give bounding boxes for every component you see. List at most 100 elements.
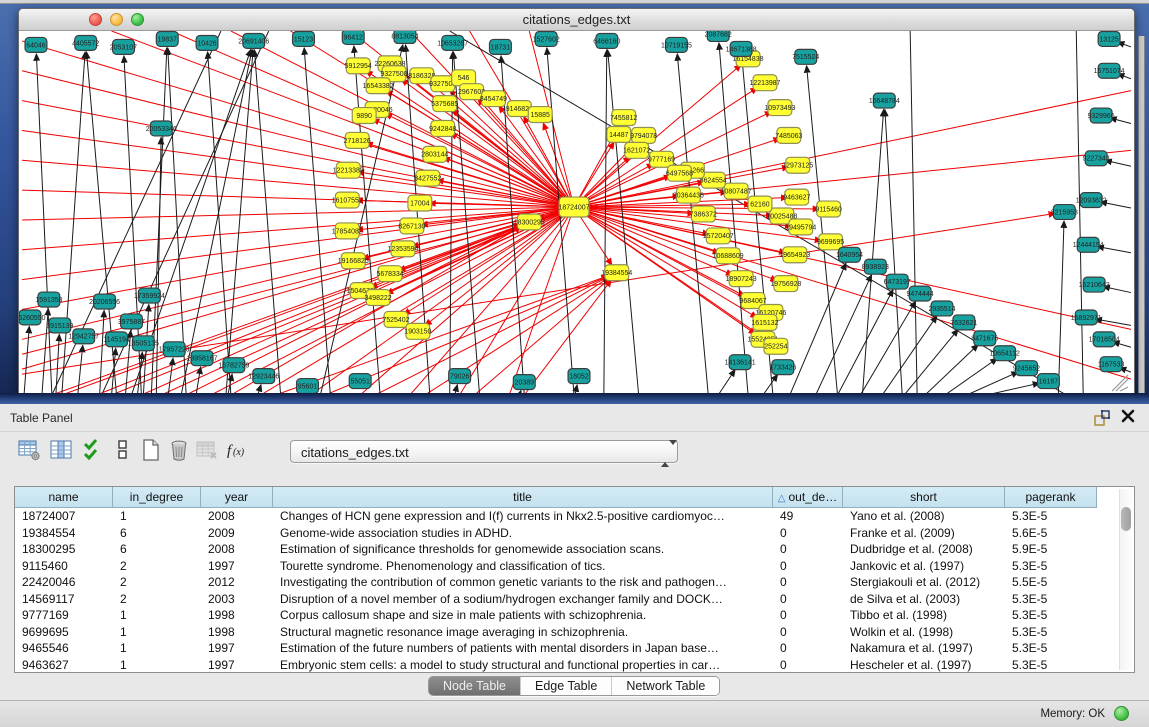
graph-node[interactable]: 252254	[764, 338, 788, 354]
graph-node[interactable]: 16782759	[218, 358, 249, 373]
cell-pagerank[interactable]: 5.3E-5	[1005, 558, 1097, 575]
graph-node[interactable]: 17016504	[1089, 332, 1120, 347]
cell-out-de-[interactable]: 0	[773, 607, 843, 624]
graph-node[interactable]: 20389	[513, 375, 535, 390]
column-header-name[interactable]: name	[15, 487, 113, 508]
cell-name[interactable]: 9465546	[15, 640, 113, 657]
graph-node[interactable]: 95601	[297, 379, 319, 394]
graph-node[interactable]: 25260550	[19, 310, 46, 325]
graph-node[interactable]: 8938923	[862, 259, 889, 274]
graph-node[interactable]: 20691406	[238, 33, 269, 48]
table-row[interactable]: 969969511998Structural magnetic resonanc…	[15, 624, 1097, 641]
graph-node[interactable]: 17004	[408, 195, 432, 211]
cell-in-degree[interactable]: 2	[113, 574, 201, 591]
cell-year[interactable]: 1997	[201, 640, 273, 657]
cell-short[interactable]: Yano et al. (2008)	[843, 508, 1005, 525]
network-window-titlebar[interactable]: citations_edges.txt	[19, 9, 1134, 31]
cell-year[interactable]: 2009	[201, 525, 273, 542]
cell-year[interactable]: 2003	[201, 591, 273, 608]
cell-out-de-[interactable]: 0	[773, 525, 843, 542]
graph-node[interactable]: 9227343	[1083, 151, 1110, 166]
graph-node[interactable]: 16648784	[869, 93, 900, 108]
graph-node[interactable]: 14487	[607, 126, 631, 142]
resize-grip-icon[interactable]	[1112, 375, 1128, 391]
graph-hub-node[interactable]: 18724007	[559, 197, 590, 217]
cell-title[interactable]: Tourette syndrome. Phenomenology and cla…	[273, 558, 773, 575]
graph-node[interactable]: 13125	[1098, 31, 1120, 46]
graph-node[interactable]: 18907243	[726, 271, 757, 287]
graph-node[interactable]: 9794078	[630, 127, 657, 143]
graph-node[interactable]: 12213987	[749, 75, 780, 91]
graph-node[interactable]: 7632621	[950, 315, 977, 330]
graph-node[interactable]: 8454749	[480, 91, 507, 107]
graph-node[interactable]: 6473197	[884, 274, 911, 289]
table-scrollbar-thumb[interactable]	[1121, 507, 1131, 531]
column-header-title[interactable]: title	[273, 487, 773, 508]
graph-node[interactable]: 1591358	[35, 292, 62, 307]
cell-year[interactable]: 1997	[201, 558, 273, 575]
graph-node[interactable]: 17854082	[332, 223, 363, 239]
graph-node[interactable]: 12353594	[387, 241, 418, 257]
cell-name[interactable]: 18724007	[15, 508, 113, 525]
select-all-icon[interactable]	[80, 438, 106, 464]
graph-node[interactable]: 18300295	[514, 214, 545, 230]
graph-node[interactable]: 15123	[293, 31, 315, 46]
graph-node[interactable]: 1615132	[751, 314, 778, 330]
cell-pagerank[interactable]: 5.3E-5	[1005, 640, 1097, 657]
graph-node[interactable]: 8813054	[391, 31, 418, 43]
right-panel-edge[interactable]	[1138, 36, 1145, 394]
cell-name[interactable]: 9115460	[15, 558, 113, 575]
cell-title[interactable]: Embryonic stem cells: a model to study s…	[273, 657, 773, 674]
cell-in-degree[interactable]: 1	[113, 640, 201, 657]
graph-node[interactable]: 9463627	[783, 189, 810, 205]
graph-node[interactable]: 18731	[489, 39, 511, 54]
cell-year[interactable]: 2012	[201, 574, 273, 591]
table-row[interactable]: 1456911722003Disruption of a novel membe…	[15, 591, 1097, 608]
table-row[interactable]: 1872400712008Changes of HCN gene express…	[15, 508, 1097, 525]
graph-node[interactable]: 18052	[568, 369, 590, 384]
cell-short[interactable]: Tibbo et al. (1998)	[843, 607, 1005, 624]
table-row[interactable]: 1830029562008Estimation of significance …	[15, 541, 1097, 558]
table-settings-icon[interactable]	[16, 438, 42, 464]
cell-name[interactable]: 14569117	[15, 591, 113, 608]
cell-in-degree[interactable]: 2	[113, 591, 201, 608]
graph-node[interactable]: 2718126	[344, 132, 371, 148]
new-file-icon[interactable]	[138, 438, 164, 464]
tab-node-table[interactable]: Node Table	[429, 677, 521, 695]
graph-node[interactable]: 19495794	[785, 219, 816, 235]
graph-node[interactable]: 10973493	[764, 100, 795, 116]
delete-table-icon[interactable]	[194, 438, 220, 464]
cell-short[interactable]: Wolkin et al. (1998)	[843, 624, 1005, 641]
cell-title[interactable]: Estimation of significance thresholds fo…	[273, 541, 773, 558]
float-panel-icon[interactable]	[1091, 409, 1111, 427]
cell-in-degree[interactable]: 1	[113, 508, 201, 525]
citation-network-graph[interactable]: 1872400718300295193845545912954222606389…	[19, 31, 1134, 395]
cell-in-degree[interactable]: 1	[113, 624, 201, 641]
column-select-icon[interactable]	[48, 438, 74, 464]
graph-node[interactable]: 16210643	[1079, 277, 1110, 292]
cell-pagerank[interactable]: 5.6E-5	[1005, 525, 1097, 542]
graph-node[interactable]: 2087682	[705, 31, 732, 41]
graph-node[interactable]: 17957223	[159, 342, 190, 357]
tab-edge-table[interactable]: Edge Table	[521, 677, 612, 695]
cell-pagerank[interactable]: 5.3E-5	[1005, 657, 1097, 674]
cell-pagerank[interactable]: 5.3E-5	[1005, 508, 1097, 525]
graph-node[interactable]: 1527602	[533, 31, 560, 46]
graph-node[interactable]: 16543382	[363, 78, 394, 94]
cell-in-degree[interactable]: 6	[113, 525, 201, 542]
graph-node[interactable]: 1640954	[836, 247, 863, 262]
graph-node[interactable]: 79026	[449, 369, 471, 384]
graph-node[interactable]: 1167533	[1098, 357, 1125, 372]
cell-name[interactable]: 18300295	[15, 541, 113, 558]
cell-out-de-[interactable]: 0	[773, 541, 843, 558]
cell-name[interactable]: 19384554	[15, 525, 113, 542]
cell-pagerank[interactable]: 5.3E-5	[1005, 591, 1097, 608]
cell-short[interactable]: Jankovic et al. (1997)	[843, 558, 1005, 575]
graph-node[interactable]: 7455812	[610, 110, 637, 126]
graph-node[interactable]: 19384554	[601, 265, 632, 281]
graph-node[interactable]: 20053346	[146, 121, 177, 136]
cell-title[interactable]: Estimation of the future numbers of pati…	[273, 640, 773, 657]
cell-out-de-[interactable]: 0	[773, 640, 843, 657]
cell-short[interactable]: Stergiakouli et al. (2012)	[843, 574, 1005, 591]
graph-node[interactable]: 10719155	[661, 37, 692, 52]
